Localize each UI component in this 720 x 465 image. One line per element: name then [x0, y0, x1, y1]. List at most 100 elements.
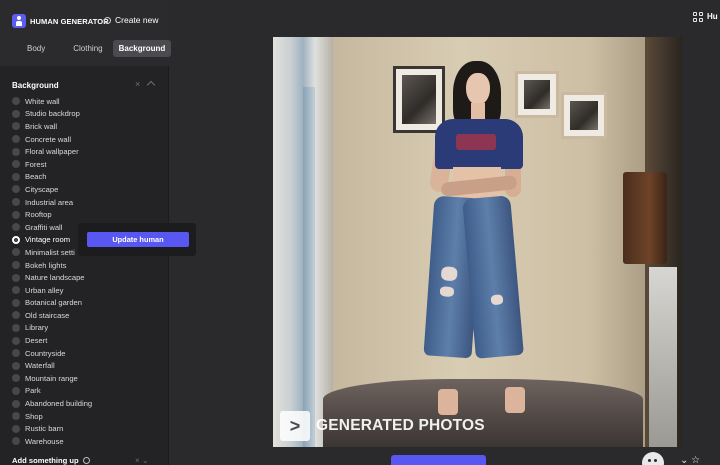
background-option[interactable]: White wall [12, 95, 162, 108]
radio-icon[interactable] [12, 323, 20, 332]
bottom-section-controls[interactable]: × ⌄ [135, 456, 149, 465]
background-option[interactable]: Shop [12, 410, 162, 423]
background-option-list: White wall Studio backdrop Brick wall Concr… [12, 95, 162, 448]
background-option-label: Vintage room [25, 235, 71, 245]
tab-body[interactable]: Body [21, 40, 51, 57]
radio-icon[interactable] [12, 399, 20, 408]
background-option-label: Beach [25, 172, 47, 182]
background-option[interactable]: Nature landscape [12, 271, 162, 284]
update-human-button[interactable]: Update human [87, 232, 189, 247]
background-option[interactable]: Rooftop [12, 208, 162, 221]
background-option[interactable]: Waterfall [12, 359, 162, 372]
background-option[interactable]: Bokeh lights [12, 259, 162, 272]
brand-title: HUMAN GENERATOR [30, 17, 109, 26]
watermark: > GENERATED PHOTOS [280, 411, 485, 441]
watermark-logo-icon: > [280, 411, 310, 441]
tab-background[interactable]: Background [112, 40, 172, 57]
background-option-label: Mountain range [25, 373, 78, 383]
background-option-label: Rooftop [25, 210, 52, 220]
background-option-label: Botanical garden [25, 298, 82, 308]
top-right-label[interactable]: Hu [707, 12, 718, 21]
background-option[interactable]: Cityscape [12, 183, 162, 196]
chevron-up-icon[interactable] [146, 80, 156, 90]
radio-icon[interactable] [12, 311, 20, 320]
radio-icon[interactable] [12, 147, 20, 156]
radio-icon[interactable] [12, 135, 20, 144]
background-option[interactable]: Concrete wall [12, 133, 162, 146]
bottom-action-button[interactable] [391, 455, 486, 465]
background-option[interactable]: Rustic barn [12, 422, 162, 435]
radio-icon[interactable] [12, 261, 20, 270]
background-option-label: Brick wall [25, 121, 58, 131]
radio-icon[interactable] [12, 109, 20, 118]
app-root: HUMAN GENERATOR Create new Body Clothing… [0, 0, 720, 465]
radio-icon[interactable] [12, 349, 20, 358]
create-new-button[interactable]: Create new [104, 15, 158, 25]
radio-icon[interactable] [12, 437, 20, 446]
photo-frame-left [393, 66, 445, 133]
radio-icon[interactable] [12, 223, 20, 232]
radio-icon[interactable] [12, 298, 20, 307]
grid-icon[interactable] [693, 12, 703, 22]
person-foot-right [505, 387, 525, 413]
photo-frame-middle [515, 71, 559, 118]
radio-icon[interactable] [12, 210, 20, 219]
create-new-label: Create new [115, 15, 159, 25]
background-option[interactable]: Forest [12, 158, 162, 171]
info-icon [82, 457, 90, 464]
background-option-label: Old staircase [25, 310, 70, 320]
radio-icon[interactable] [12, 374, 20, 383]
sidebar-header: HUMAN GENERATOR Create new Body Clothing… [0, 0, 172, 66]
background-option[interactable]: Countryside [12, 347, 162, 360]
background-option-label: Floral wallpaper [25, 147, 79, 157]
radio-icon[interactable] [12, 172, 20, 181]
radio-icon[interactable] [12, 386, 20, 395]
radio-icon[interactable] [12, 122, 20, 131]
background-option[interactable]: Park [12, 385, 162, 398]
radio-icon[interactable] [12, 412, 20, 421]
radio-icon[interactable] [12, 248, 20, 257]
radio-selected-icon[interactable] [12, 235, 20, 244]
background-option-label: Abandoned building [25, 399, 93, 409]
radio-icon[interactable] [12, 336, 20, 345]
background-option[interactable]: Library [12, 322, 162, 335]
tab-clothing[interactable]: Clothing [67, 40, 108, 57]
generated-photo: > GENERATED PHOTOS [273, 37, 682, 447]
face-icon[interactable] [642, 452, 664, 465]
background-option-label: Cityscape [25, 184, 59, 194]
radio-icon[interactable] [12, 185, 20, 194]
radio-icon[interactable] [12, 273, 20, 282]
background-option-label: Industrial area [25, 197, 74, 207]
radio-icon[interactable] [12, 160, 20, 169]
background-option[interactable]: Industrial area [12, 196, 162, 209]
background-section-header[interactable]: Background × [0, 72, 169, 96]
background-option[interactable]: Studio backdrop [12, 108, 162, 121]
photo-lamp [623, 172, 667, 264]
background-option[interactable]: Warehouse [12, 435, 162, 448]
radio-icon[interactable] [12, 97, 20, 106]
person-shirt-print [456, 134, 496, 150]
background-option[interactable]: Floral wallpaper [12, 145, 162, 158]
background-option-label: Library [25, 323, 49, 333]
background-option-label: Nature landscape [25, 273, 85, 283]
ring-icon [104, 16, 111, 24]
background-option[interactable]: Beach [12, 171, 162, 184]
update-popover: Update human [78, 223, 196, 256]
background-option[interactable]: Botanical garden [12, 297, 162, 310]
bottom-right-icons[interactable]: ⌄ ☆ [680, 455, 700, 465]
radio-icon[interactable] [12, 286, 20, 295]
background-option[interactable]: Desert [12, 334, 162, 347]
background-option-label: Concrete wall [25, 134, 72, 144]
radio-icon[interactable] [12, 361, 20, 370]
radio-icon[interactable] [12, 198, 20, 207]
background-option[interactable]: Brick wall [12, 120, 162, 133]
radio-icon[interactable] [12, 424, 20, 433]
background-option[interactable]: Old staircase [12, 309, 162, 322]
close-icon[interactable]: × [135, 79, 140, 89]
background-option-label: Minimalist setti [25, 247, 75, 257]
background-option[interactable]: Abandoned building [12, 397, 162, 410]
background-option-label: Graffiti wall [25, 222, 63, 232]
add-something-section-header[interactable]: Add something up [12, 456, 90, 465]
background-option[interactable]: Mountain range [12, 372, 162, 385]
background-option[interactable]: Urban alley [12, 284, 162, 297]
